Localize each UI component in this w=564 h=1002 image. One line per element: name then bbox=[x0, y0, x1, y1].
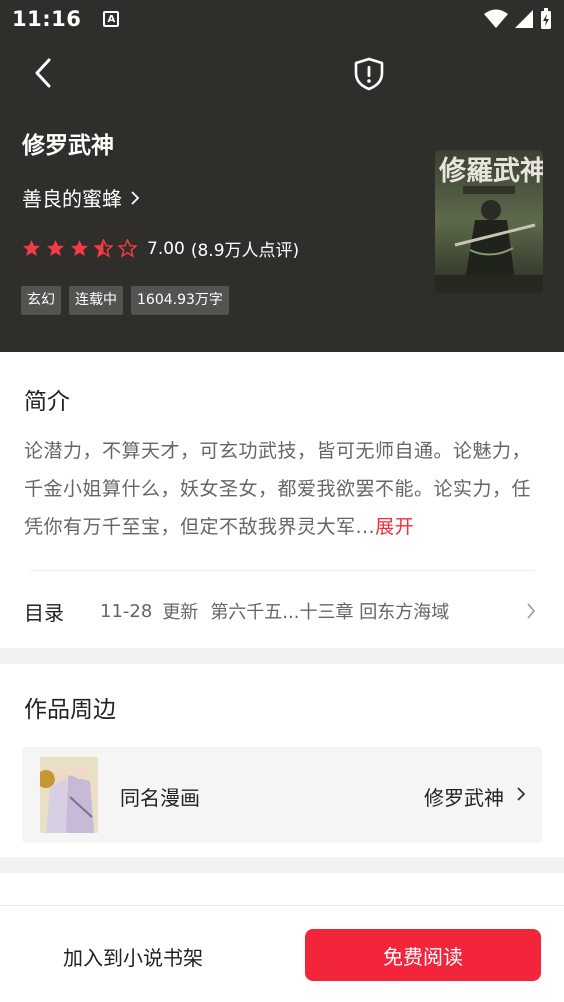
book-cover[interactable]: 修羅武神 bbox=[435, 150, 543, 293]
notification-badge: A bbox=[103, 11, 120, 27]
comic-thumbnail bbox=[40, 757, 98, 833]
cover-title-art: 修羅武神 bbox=[438, 156, 543, 187]
rating-stars bbox=[22, 239, 137, 258]
book-tags: 玄幻 连载中 1604.93万字 bbox=[21, 286, 229, 315]
comic-thumbnail-image bbox=[40, 757, 98, 833]
toc-latest-chapter: 第六千五...十三章 回东方海域 bbox=[210, 602, 450, 623]
comic-label: 同名漫画 bbox=[120, 786, 200, 810]
star-empty-icon bbox=[118, 239, 137, 258]
battery-icon bbox=[541, 8, 551, 29]
report-button[interactable] bbox=[351, 56, 387, 92]
rating-row: 7.00 (8.9万人点评) bbox=[22, 236, 299, 261]
shield-icon bbox=[354, 57, 384, 91]
toc-update-label: 更新 bbox=[162, 602, 199, 623]
intro-body: 论潜力，不算天才，可玄功武技，皆可无师自通。论魅力，千金小姐算什么，妖女圣女，都… bbox=[24, 440, 532, 538]
star-full-icon bbox=[46, 239, 65, 257]
back-button[interactable] bbox=[26, 56, 60, 90]
toc-update-date: 11-28 bbox=[100, 600, 153, 622]
same-name-comic-item[interactable]: 同名漫画 修罗武神 bbox=[22, 747, 542, 843]
book-title: 修罗武神 bbox=[22, 133, 114, 159]
star-half-icon bbox=[94, 239, 113, 258]
free-read-button[interactable]: 免费阅读 bbox=[305, 929, 541, 981]
star-full-icon bbox=[70, 239, 89, 257]
rating-count: (8.9万人点评) bbox=[190, 241, 300, 261]
back-arrow-icon bbox=[35, 58, 51, 88]
tag-status: 连载中 bbox=[69, 286, 123, 315]
intro-card: 简介 论潜力，不算天才，可玄功武技，皆可无师自通。论魅力，千金小姐算什么，妖女圣… bbox=[0, 352, 564, 648]
comic-name: 修罗武神 bbox=[424, 786, 504, 810]
chevron-right-icon bbox=[131, 190, 140, 205]
wifi-icon bbox=[484, 9, 508, 28]
rating-score: 7.00 bbox=[147, 238, 185, 259]
toc-label: 目录 bbox=[24, 600, 64, 625]
intro-title: 简介 bbox=[24, 389, 70, 415]
table-of-contents-row[interactable]: 目录 11-28 更新 第六千五...十三章 回东方海域 bbox=[0, 584, 564, 638]
status-icons bbox=[484, 8, 552, 30]
chevron-right-icon bbox=[517, 787, 526, 801]
add-to-shelf-button[interactable]: 加入到小说书架 bbox=[63, 942, 203, 971]
tag-word-count: 1604.93万字 bbox=[131, 286, 229, 315]
book-cover-image: 修羅武神 bbox=[435, 150, 543, 293]
status-bar: 11:16 A bbox=[0, 0, 564, 38]
status-time: 11:16 bbox=[12, 7, 82, 31]
book-header: 11:16 A 修罗武神 善良的蜜蜂 7.00 (8.9万人点评) 玄幻 连载中… bbox=[0, 0, 564, 352]
free-read-label: 免费阅读 bbox=[383, 944, 463, 969]
divider bbox=[30, 570, 534, 571]
signal-icon bbox=[515, 10, 533, 28]
chevron-right-icon bbox=[527, 603, 536, 619]
tag-genre: 玄幻 bbox=[21, 286, 61, 315]
intro-text[interactable]: 论潜力，不算天才，可玄功武技，皆可无师自通。论魅力，千金小姐算什么，妖女圣女，都… bbox=[24, 432, 542, 546]
bottom-action-bar: 加入到小说书架 免费阅读 bbox=[0, 905, 564, 1002]
expand-link[interactable]: 展开 bbox=[375, 516, 414, 538]
peripheral-title: 作品周边 bbox=[24, 697, 116, 723]
star-full-icon bbox=[22, 239, 41, 257]
author-link[interactable]: 善良的蜜蜂 bbox=[22, 183, 140, 212]
author-name: 善良的蜜蜂 bbox=[22, 187, 122, 211]
peripheral-card: 作品周边 同名漫画 修罗武神 bbox=[0, 664, 564, 857]
